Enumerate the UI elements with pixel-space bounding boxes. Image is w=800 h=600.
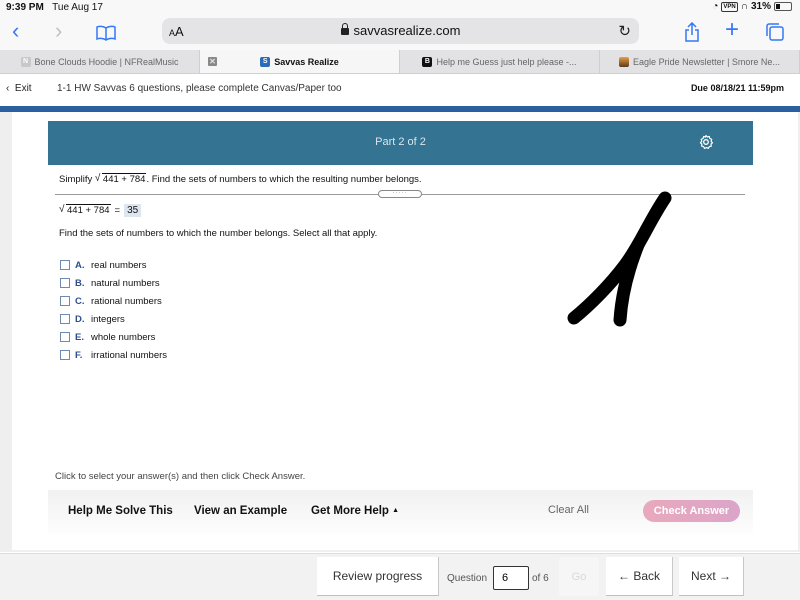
chevron-left-icon: ‹ (6, 83, 10, 94)
arrow-left-icon: ← (617, 569, 630, 583)
hint-text: Click to select your answer(s) and then … (55, 471, 306, 482)
close-tab-icon[interactable]: ✕ (208, 57, 217, 66)
headphones-icon: ∩ (740, 1, 748, 12)
part-label: Part 2 of 2 (375, 136, 426, 148)
instruction-text: Find the sets of numbers to which the nu… (59, 228, 378, 239)
ios-status-bar: 9:39 PM Tue Aug 17 ◔ VPN ∩ 31% (0, 0, 800, 14)
checkbox[interactable] (60, 278, 70, 288)
checkbox[interactable] (60, 314, 70, 324)
question-label: Question (447, 573, 488, 584)
answer-field[interactable]: 35 (124, 204, 142, 217)
question-prompt: Simplify 441 + 784. Find the sets of num… (59, 173, 422, 185)
status-time: 9:39 PM Tue Aug 17 (6, 2, 103, 13)
address-bar[interactable]: AA savvasrealize.com ↻ (162, 18, 639, 44)
bottom-navigation: Review progress Question of 6 Go ← Back … (0, 553, 800, 600)
resize-handle[interactable]: ····· (378, 190, 422, 198)
vpn-icon: VPN (721, 1, 738, 12)
option-d[interactable]: D. integers (60, 310, 167, 328)
tab-savvas-realize[interactable]: ✕ S Savvas Realize (200, 50, 400, 73)
clear-all-button[interactable]: Clear All (548, 504, 589, 516)
part-header: Part 2 of 2 (48, 121, 753, 165)
handwritten-scribble (567, 191, 672, 327)
reload-icon[interactable]: ↻ (618, 22, 631, 40)
battery-fill (776, 4, 781, 9)
assignment-title: 1-1 HW Savvas 6 questions, please comple… (57, 83, 342, 94)
checkbox[interactable] (60, 296, 70, 306)
tab-favicon-icon: B (422, 56, 433, 67)
due-date: Due 08/18/21 11:59pm (690, 83, 784, 93)
tab-bone-clouds[interactable]: N Bone Clouds Hoodie | NFRealMusic (0, 50, 200, 73)
checkbox[interactable] (60, 350, 70, 360)
caret-up-icon: ▲ (392, 507, 400, 514)
tab-eagle-pride[interactable]: Eagle Pride Newsletter | Smore Ne... (600, 50, 800, 73)
review-progress-button[interactable]: Review progress (317, 557, 439, 596)
tab-label: Savvas Realize (274, 56, 339, 67)
option-b[interactable]: B. natural numbers (60, 274, 167, 292)
view-example-button[interactable]: View an Example (194, 505, 287, 517)
square-root-expression: 441 + 784 (95, 173, 147, 185)
tab-favicon-icon: N (20, 56, 31, 67)
option-f[interactable]: F. irrational numbers (60, 346, 167, 364)
tabs-icon[interactable] (766, 23, 784, 45)
lock-icon (340, 23, 349, 35)
tab-label: Bone Clouds Hoodie | NFRealMusic (34, 56, 179, 67)
option-c[interactable]: C. rational numbers (60, 292, 167, 310)
square-root-expression: 441 + 784 (59, 204, 111, 216)
exit-button[interactable]: ‹ Exit (6, 83, 32, 94)
check-answer-button[interactable]: Check Answer (643, 500, 740, 522)
new-tab-icon[interactable]: + (725, 18, 739, 42)
battery-icon (774, 2, 792, 11)
help-bar: Help Me Solve This View an Example Get M… (48, 490, 753, 534)
savvas-favicon-icon: S (260, 56, 271, 67)
assignment-header: ‹ Exit 1-1 HW Savvas 6 questions, please… (0, 75, 800, 105)
gear-icon[interactable] (698, 134, 714, 150)
forward-icon[interactable]: › (55, 20, 62, 42)
browser-toolbar: ‹ › AA savvasrealize.com ↻ + (0, 14, 800, 50)
go-button[interactable]: Go (559, 557, 599, 596)
question-number-input[interactable] (493, 566, 529, 590)
bookmarks-icon[interactable] (96, 23, 116, 45)
option-a[interactable]: A. real numbers (60, 256, 167, 274)
option-e[interactable]: E. whole numbers (60, 328, 167, 346)
back-button[interactable]: ← Back (606, 557, 673, 596)
question-total: of 6 (532, 573, 549, 584)
checkbox[interactable] (60, 260, 70, 270)
back-icon[interactable]: ‹ (12, 20, 19, 42)
url-text[interactable]: savvasrealize.com (354, 23, 461, 38)
browser-tabs: N Bone Clouds Hoodie | NFRealMusic ✕ S S… (0, 50, 800, 74)
battery-percent: 31% (750, 1, 771, 12)
answer-line: 441 + 784 = 35 (59, 204, 142, 217)
share-icon[interactable] (684, 21, 700, 46)
get-more-help-button[interactable]: Get More Help ▲ (311, 505, 399, 517)
status-indicators: ◔ VPN ∩ 31% (712, 1, 792, 12)
next-button[interactable]: Next → (679, 557, 744, 596)
tab-label: Eagle Pride Newsletter | Smore Ne... (633, 56, 780, 67)
wifi-icon: ◔ (712, 1, 719, 12)
tab-favicon-icon (619, 56, 630, 67)
checkbox[interactable] (60, 332, 70, 342)
tab-help-me-guess[interactable]: B Help me Guess just help please -... (400, 50, 600, 73)
answer-options: A. real numbers B. natural numbers C. ratio… (60, 256, 167, 364)
arrow-right-icon: → (719, 569, 732, 583)
tab-label: Help me Guess just help please -... (436, 56, 577, 67)
help-me-solve-button[interactable]: Help Me Solve This (68, 505, 173, 517)
